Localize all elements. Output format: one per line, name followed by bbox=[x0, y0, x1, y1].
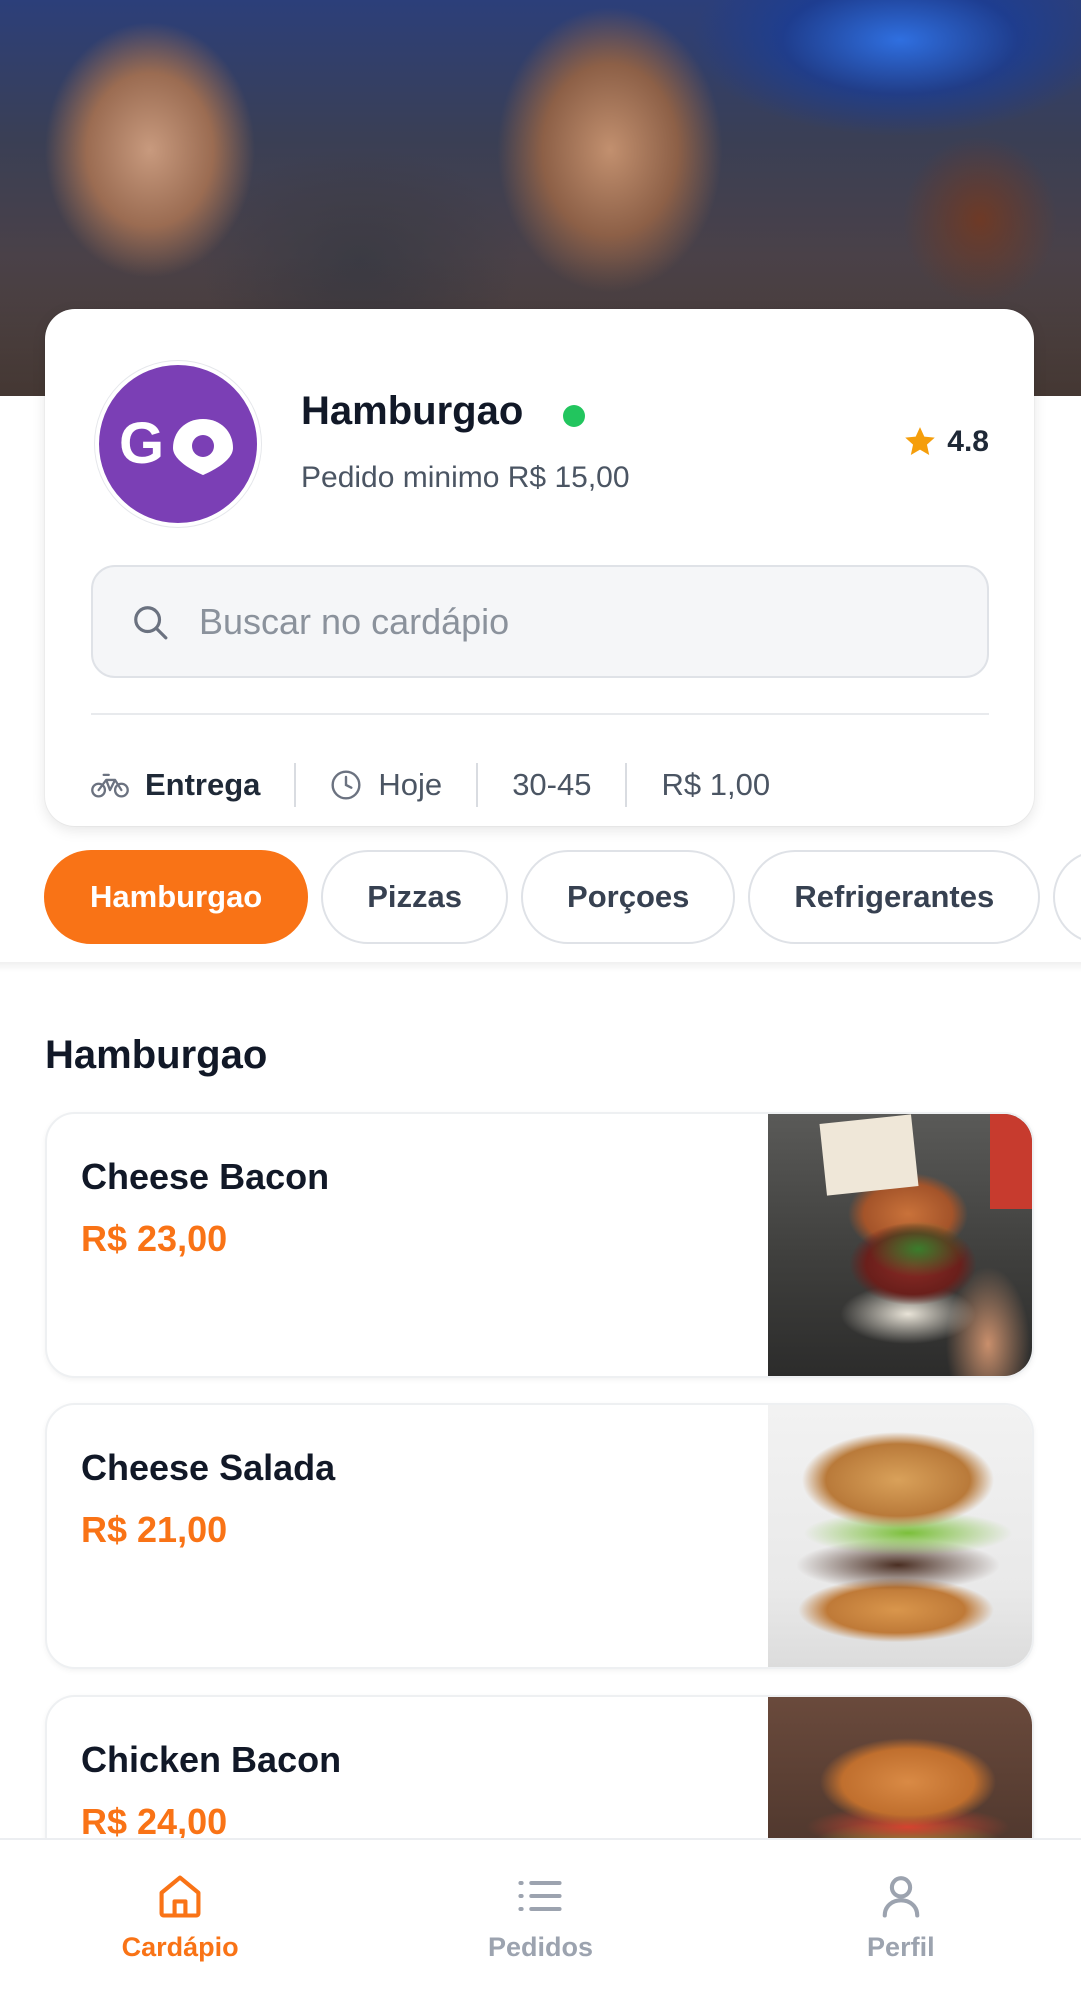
delivery-time: 30-45 bbox=[512, 767, 591, 803]
category-tab-more[interactable] bbox=[1053, 850, 1081, 944]
delivery-fee: R$ 1,00 bbox=[661, 767, 770, 803]
product-photo bbox=[768, 1114, 1032, 1376]
product-card-cheese-salada[interactable]: Cheese Salada R$ 21,00 bbox=[45, 1403, 1034, 1669]
search-icon bbox=[134, 605, 168, 639]
store-logo: G bbox=[95, 361, 261, 527]
nav-label: Perfil bbox=[867, 1932, 935, 1962]
menu-search-box[interactable] bbox=[91, 565, 989, 678]
delivery-fee-label: R$ 1,00 bbox=[661, 767, 771, 802]
nav-item-cardapio[interactable]: Cardápio bbox=[0, 1840, 360, 1999]
category-tab-porcoes[interactable]: Porçoes bbox=[521, 850, 736, 944]
card-divider bbox=[91, 713, 989, 715]
nav-item-pedidos[interactable]: Pedidos bbox=[360, 1840, 720, 1999]
product-photo bbox=[768, 1405, 1032, 1667]
meta-separator bbox=[625, 763, 628, 807]
store-info-card: G Hamburgao Pedido minimo R$ 15,00 4.8 E… bbox=[45, 309, 1034, 826]
meta-separator bbox=[294, 763, 297, 807]
product-name: Chicken Bacon bbox=[81, 1739, 342, 1780]
product-price: R$ 24,00 bbox=[81, 1801, 228, 1842]
nav-label: Cardápio bbox=[121, 1932, 239, 1962]
star-icon bbox=[905, 427, 936, 455]
go-logo-mark: G bbox=[119, 413, 233, 475]
product-name: Cheese Salada bbox=[81, 1447, 336, 1488]
category-tabs: Hamburgao Pizzas Porçoes Refrigerantes bbox=[44, 850, 1081, 944]
delivery-mode-label: Entrega bbox=[145, 767, 261, 802]
bottom-navigation: Cardápio Pedidos Perfil bbox=[0, 1838, 1081, 1999]
meta-separator bbox=[476, 763, 479, 807]
category-bar-shadow bbox=[0, 962, 1081, 972]
nav-item-perfil[interactable]: Perfil bbox=[721, 1840, 1081, 1999]
search-input[interactable] bbox=[199, 600, 979, 643]
product-price: R$ 21,00 bbox=[81, 1509, 228, 1550]
product-price: R$ 23,00 bbox=[81, 1218, 228, 1259]
svg-text:G: G bbox=[119, 413, 164, 475]
section-title: Hamburgao bbox=[45, 1033, 268, 1077]
photo-background-poster bbox=[990, 1114, 1032, 1209]
photo-background-sign bbox=[819, 1114, 919, 1196]
clock-icon bbox=[331, 770, 361, 800]
rating-value: 4.8 bbox=[947, 425, 989, 458]
category-tab-hamburgao[interactable]: Hamburgao bbox=[44, 850, 309, 944]
store-name: Hamburgao bbox=[301, 389, 524, 433]
delivery-time-label: 30-45 bbox=[512, 767, 592, 802]
nav-label: Pedidos bbox=[487, 1932, 593, 1962]
category-tab-pizzas[interactable]: Pizzas bbox=[321, 850, 509, 944]
min-order-text: Pedido minimo R$ 15,00 bbox=[301, 461, 630, 494]
delivery-day: Hoje bbox=[330, 767, 442, 803]
product-name: Cheese Bacon bbox=[81, 1156, 330, 1197]
list-icon bbox=[518, 1880, 563, 1912]
online-status-dot bbox=[563, 405, 585, 427]
bicycle-icon bbox=[91, 773, 129, 798]
user-icon bbox=[882, 1876, 920, 1918]
delivery-info-row: Entrega Hoje 30-45 R$ 1,00 bbox=[91, 749, 770, 821]
delivery-mode[interactable]: Entrega bbox=[91, 767, 260, 803]
category-tab-refrigerantes[interactable]: Refrigerantes bbox=[748, 850, 1041, 944]
home-icon bbox=[159, 1875, 201, 1918]
delivery-day-label: Hoje bbox=[378, 767, 443, 802]
store-rating: 4.8 bbox=[903, 425, 989, 459]
product-card-cheese-bacon[interactable]: Cheese Bacon R$ 23,00 bbox=[45, 1112, 1034, 1378]
